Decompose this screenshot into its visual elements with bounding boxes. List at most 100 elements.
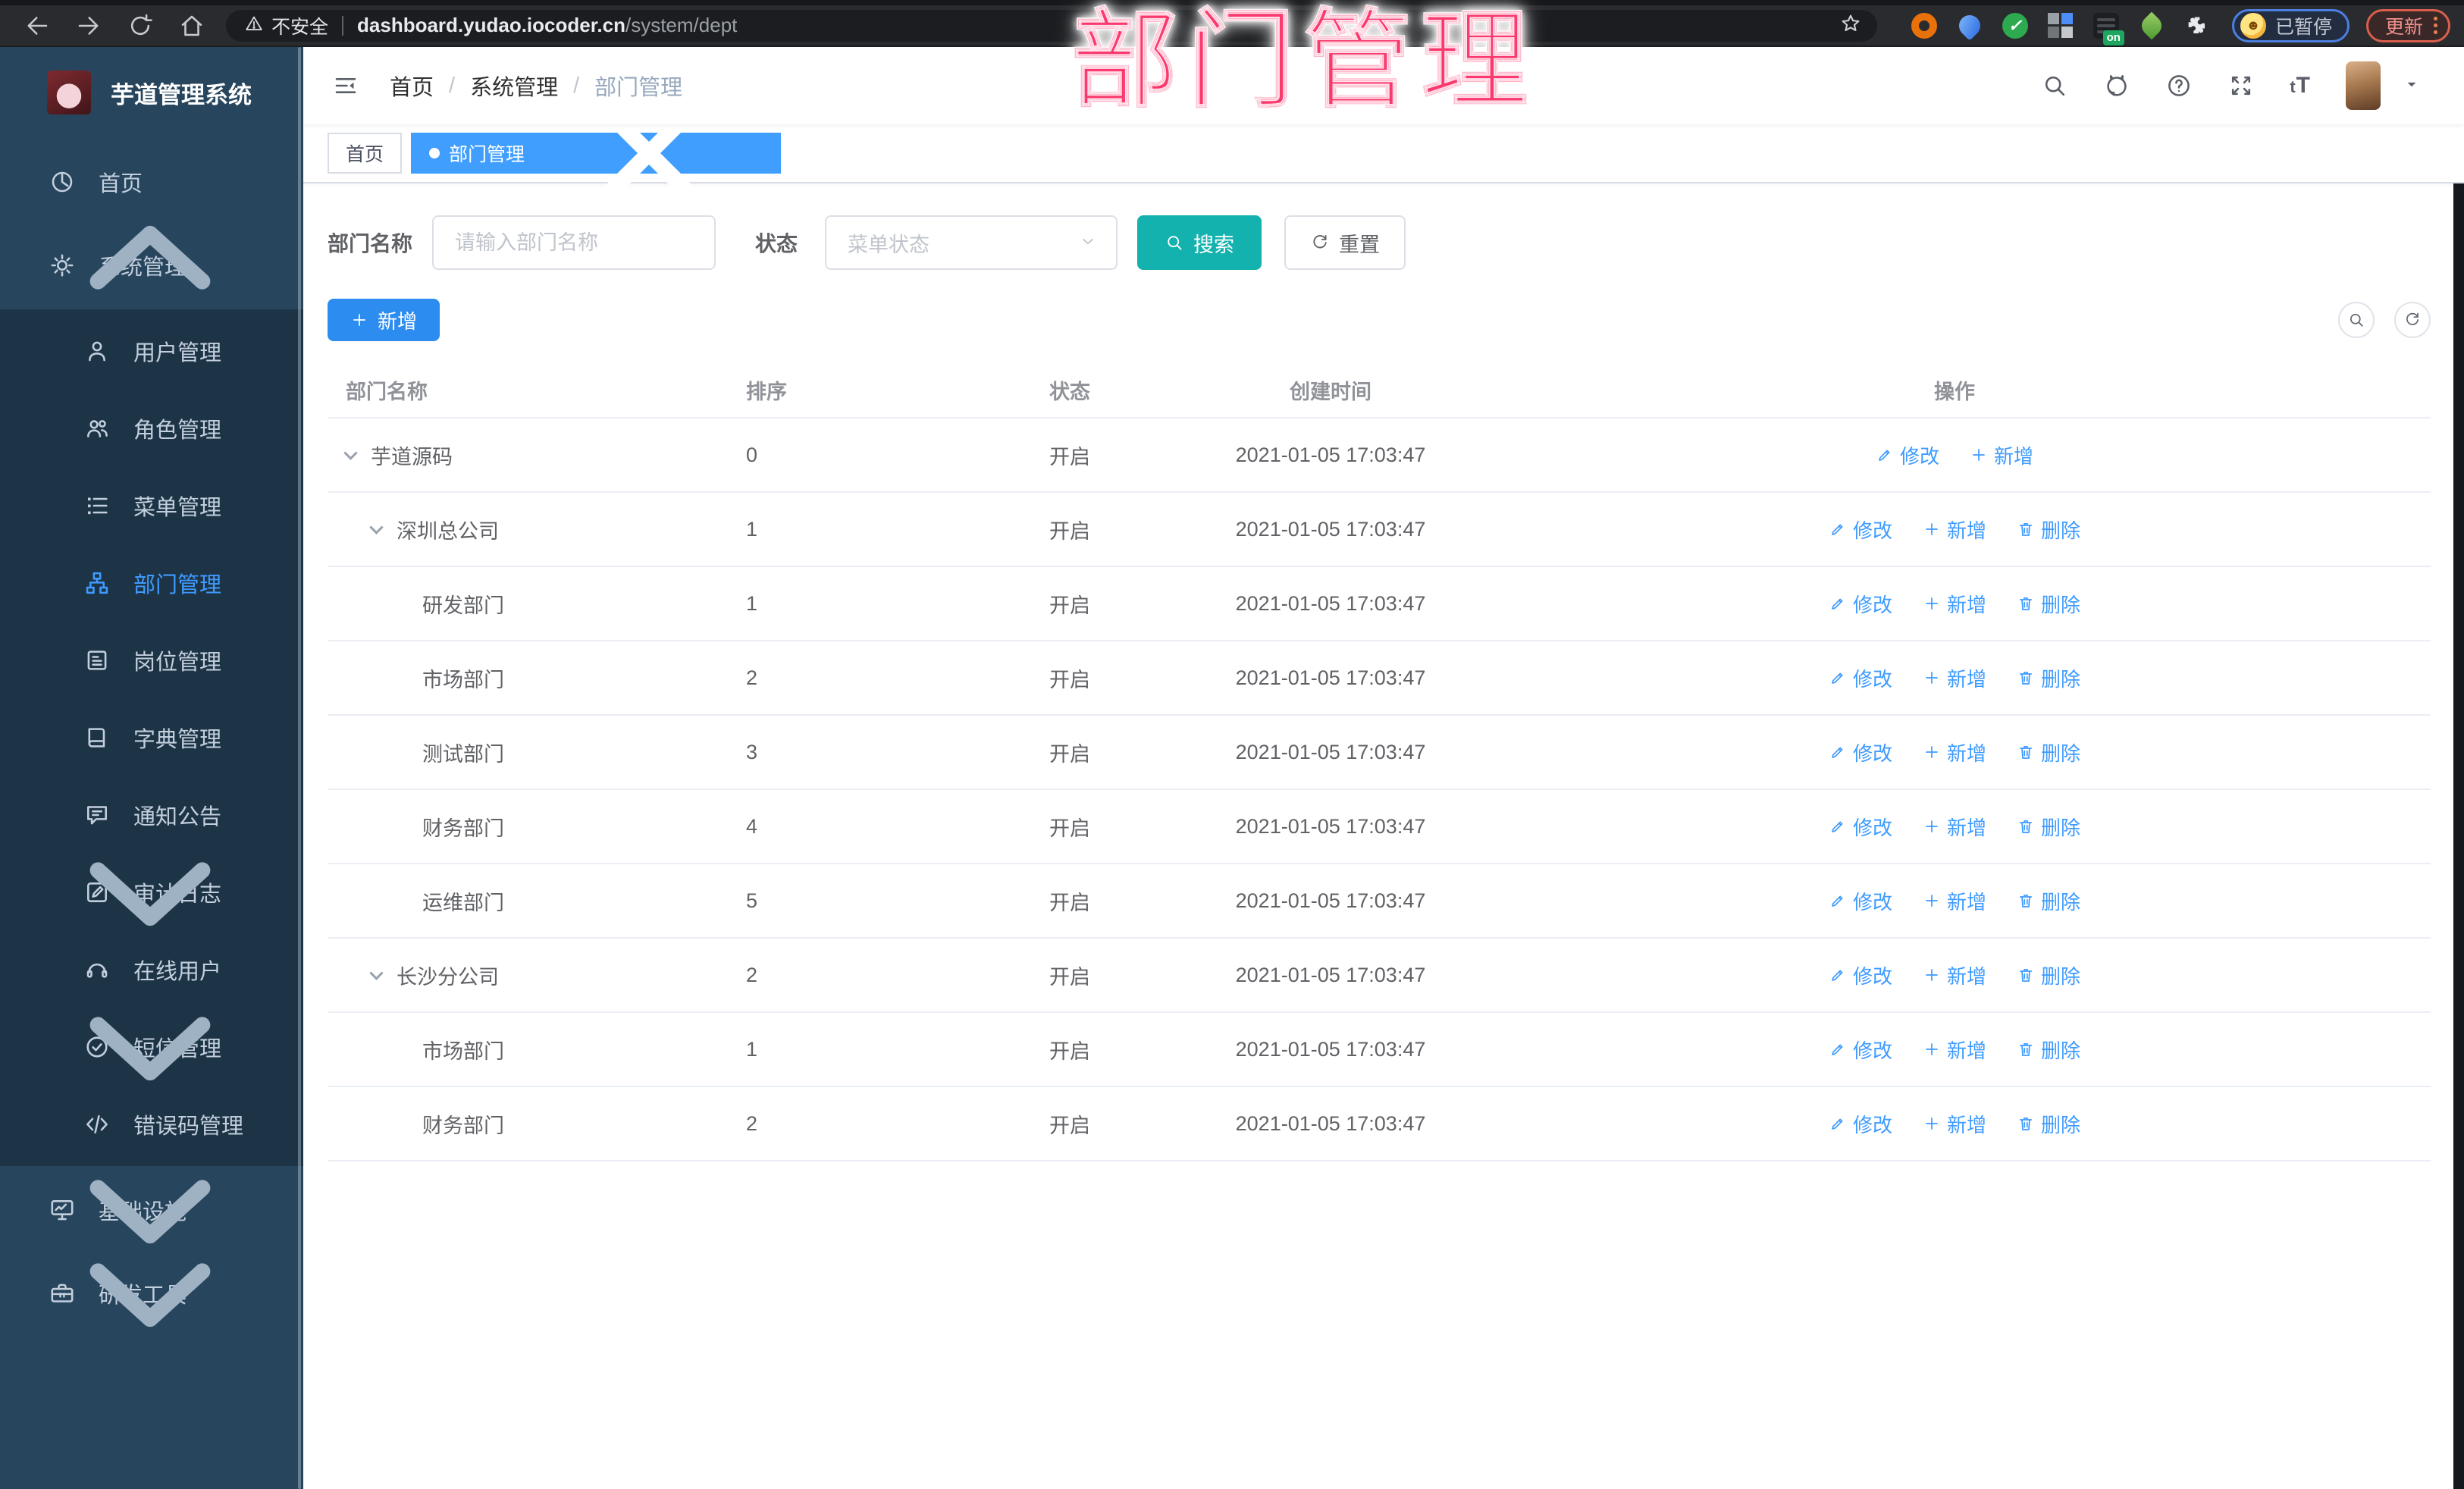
user-icon	[83, 337, 111, 365]
github-icon[interactable]	[2103, 72, 2130, 99]
not-secure-warning-icon	[244, 14, 264, 37]
expand-arrow-icon[interactable]	[369, 965, 384, 980]
hamburger-icon[interactable]	[329, 69, 362, 102]
delete-action-link[interactable]: 删除	[2017, 590, 2080, 618]
row-actions: 修改 新增 删除	[1478, 961, 2431, 989]
plus-icon	[1923, 892, 1941, 910]
avatar-caret-icon[interactable]	[2402, 74, 2422, 98]
extension-gray-blocks-icon[interactable]	[2047, 12, 2074, 39]
edit-icon	[1829, 1040, 1847, 1058]
trash-icon	[2017, 520, 2035, 538]
add-action-link[interactable]: 新增	[1923, 887, 1986, 915]
extension-blue-drop-icon[interactable]	[1955, 10, 1985, 41]
extension-dark-stack-icon[interactable]: on	[2093, 12, 2124, 45]
breadcrumb: 首页 / 系统管理 / 部门管理	[390, 70, 682, 102]
delete-action-link[interactable]: 删除	[2017, 516, 2080, 544]
url-path: /system/dept	[625, 14, 738, 36]
refresh-table-button[interactable]	[2394, 302, 2431, 338]
search-icon[interactable]	[2041, 72, 2068, 99]
plus-icon	[1923, 594, 1941, 613]
edit-action-link[interactable]: 修改	[1829, 664, 1892, 692]
sidebar-item-审计日志[interactable]: 审计日志	[0, 854, 303, 931]
edit-action-link[interactable]: 修改	[1829, 738, 1892, 766]
edit-action-link[interactable]: 修改	[1829, 1110, 1892, 1138]
extension-orange-ring-icon[interactable]	[1911, 12, 1938, 39]
col-header-actions: 操作	[1934, 380, 1975, 403]
address-bar[interactable]: 不安全 dashboard.yudao.iocoder.cn /system/d…	[226, 9, 1877, 42]
sidebar-item-菜单管理[interactable]: 菜单管理	[0, 467, 303, 544]
browser-home-button[interactable]	[174, 8, 209, 43]
add-action-link[interactable]: 新增	[1970, 441, 2033, 469]
expand-arrow-icon[interactable]	[369, 519, 384, 534]
edit-action-link[interactable]: 修改	[1829, 887, 1892, 915]
add-action-link[interactable]: 新增	[1923, 1036, 1986, 1064]
add-action-link[interactable]: 新增	[1923, 516, 1986, 544]
sidebar-item-系统管理[interactable]: 系统管理	[0, 225, 303, 305]
sidebar-item-用户管理[interactable]: 用户管理	[0, 312, 303, 390]
sidebar-item-短信管理[interactable]: 短信管理	[0, 1008, 303, 1086]
add-action-link[interactable]: 新增	[1923, 590, 1986, 618]
browser-update-button[interactable]: 更新	[2365, 8, 2450, 42]
delete-action-link[interactable]: 删除	[2017, 961, 2080, 989]
add-action-link[interactable]: 新增	[1923, 1110, 1986, 1138]
users-icon	[83, 415, 111, 442]
table-row: 市场部门 1 开启 2021-01-05 17:03:47 修改 新增 删除	[328, 1013, 2431, 1087]
sidebar-item-部门管理[interactable]: 部门管理	[0, 544, 303, 622]
user-avatar[interactable]	[2346, 61, 2381, 110]
add-button[interactable]: 新增	[328, 299, 440, 341]
extension-puzzle-icon[interactable]	[2183, 12, 2211, 39]
tab-首页[interactable]: 首页	[328, 133, 403, 174]
extension-green-check-icon[interactable]: ✓	[2002, 12, 2029, 39]
sidebar-logo[interactable]: 芋道管理系统	[0, 47, 303, 138]
delete-action-link[interactable]: 删除	[2017, 738, 2080, 766]
sidebar-item-角色管理[interactable]: 角色管理	[0, 390, 303, 467]
browser-forward-button[interactable]	[71, 8, 106, 43]
font-size-icon[interactable]: tT	[2290, 73, 2311, 99]
breadcrumb-item[interactable]: 系统管理	[470, 70, 558, 102]
window-scrollbar-strip[interactable]	[2453, 47, 2464, 1489]
tab-部门管理[interactable]: 部门管理	[411, 92, 782, 214]
plus-icon	[1923, 966, 1941, 984]
status-select[interactable]: 菜单状态	[825, 215, 1118, 270]
breadcrumb-item[interactable]: 首页	[390, 70, 434, 102]
sidebar-item-字典管理[interactable]: 字典管理	[0, 699, 303, 776]
browser-reload-button[interactable]	[123, 8, 158, 43]
browser-menu-icon[interactable]	[2434, 17, 2437, 34]
reset-button[interactable]: 重置	[1284, 215, 1406, 270]
extension-green-leaf-icon[interactable]	[2137, 11, 2166, 39]
expand-arrow-icon[interactable]	[343, 445, 358, 460]
add-action-link[interactable]: 新增	[1923, 738, 1986, 766]
edit-action-link[interactable]: 修改	[1829, 1036, 1892, 1064]
delete-action-link[interactable]: 删除	[2017, 887, 2080, 915]
plus-icon	[1923, 1114, 1941, 1133]
dept-name: 财务部门	[422, 817, 504, 840]
dept-created: 2021-01-05 17:03:47	[1235, 814, 1426, 838]
edit-action-link[interactable]: 修改	[1829, 516, 1892, 544]
dept-sort: 0	[746, 443, 758, 466]
delete-action-link[interactable]: 删除	[2017, 1036, 2080, 1064]
sidebar-item-岗位管理[interactable]: 岗位管理	[0, 622, 303, 699]
row-actions: 修改 新增 删除	[1478, 516, 2431, 544]
add-action-link[interactable]: 新增	[1923, 961, 1986, 989]
delete-action-link[interactable]: 删除	[2017, 813, 2080, 841]
edit-action-link[interactable]: 修改	[1829, 590, 1892, 618]
table-row: 测试部门 3 开启 2021-01-05 17:03:47 修改 新增 删除	[328, 716, 2431, 790]
edit-action-link[interactable]: 修改	[1876, 441, 1939, 469]
profile-paused-chip[interactable]: ☻ 已暂停	[2231, 8, 2350, 42]
delete-action-link[interactable]: 删除	[2017, 1110, 2080, 1138]
edit-action-link[interactable]: 修改	[1829, 813, 1892, 841]
edit-action-link[interactable]: 修改	[1829, 961, 1892, 989]
refresh-icon	[1310, 233, 1330, 252]
toggle-search-button[interactable]	[2338, 302, 2375, 338]
delete-action-link[interactable]: 删除	[2017, 664, 2080, 692]
edit-icon	[1829, 669, 1847, 687]
sidebar-item-研发工具[interactable]: 研发工具	[0, 1254, 303, 1333]
page: 不安全 dashboard.yudao.iocoder.cn /system/d…	[0, 0, 2464, 1489]
browser-back-button[interactable]	[20, 8, 55, 43]
fullscreen-icon[interactable]	[2227, 72, 2255, 99]
add-action-link[interactable]: 新增	[1923, 813, 1986, 841]
search-button[interactable]: 搜索	[1137, 215, 1262, 270]
bookmark-star-icon[interactable]	[1839, 12, 1862, 39]
help-icon[interactable]	[2165, 72, 2193, 99]
add-action-link[interactable]: 新增	[1923, 664, 1986, 692]
